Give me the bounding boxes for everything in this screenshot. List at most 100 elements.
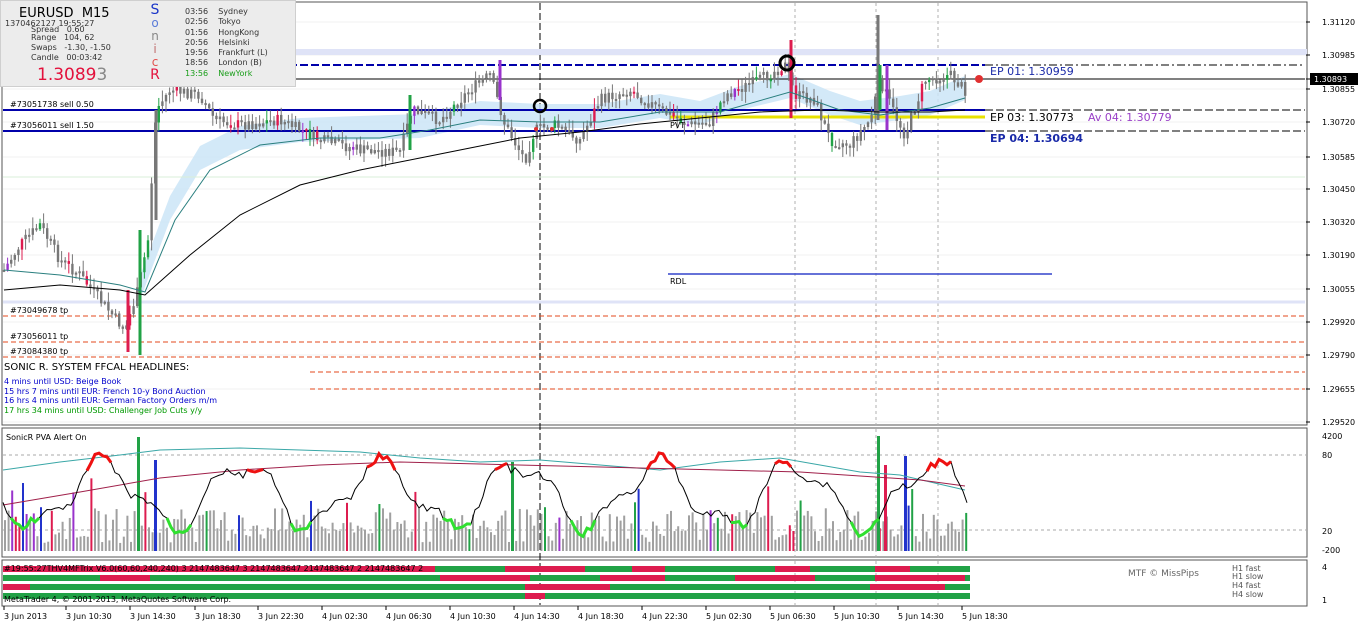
pva-volume-bar — [774, 539, 777, 551]
headline-item[interactable]: 4 mins until USD: Beige Book — [4, 377, 304, 387]
candle-body — [388, 148, 391, 156]
mtf-strip-segment — [505, 566, 585, 572]
candle-body — [625, 94, 628, 97]
pva-volume-bar — [342, 523, 345, 551]
candle-body — [859, 130, 862, 141]
pva-volume-bar — [547, 536, 550, 551]
pva-volume-bar — [796, 510, 798, 551]
headline-item[interactable]: 16 hrs 4 mins until EUR: German Factory … — [4, 396, 304, 406]
pva-volume-bar — [212, 510, 215, 551]
candle-body — [802, 91, 805, 94]
candle-body — [737, 88, 740, 91]
pva-volume-bar — [911, 489, 914, 551]
pva-volume-bar — [126, 515, 129, 551]
pva-volume-bar — [486, 527, 489, 551]
headline-item[interactable]: 15 hrs 7 mins until EUR: French 10-y Bon… — [4, 387, 304, 397]
pva-volume-bar — [918, 541, 921, 551]
mtf-row-label: H4 fast — [1232, 581, 1261, 590]
pva-volume-bar — [590, 512, 593, 551]
candle-body — [424, 110, 427, 113]
headline-item[interactable]: 17 hrs 34 mins until USD: Challenger Job… — [4, 406, 304, 416]
candle-body — [830, 133, 834, 147]
mtf-strip-segment — [530, 575, 600, 581]
pva-volume-bar — [234, 533, 237, 551]
pva-volume-bar — [313, 515, 316, 551]
pva-volume-bar — [130, 541, 132, 551]
candle-body — [150, 183, 153, 241]
candle-body — [240, 120, 243, 123]
pva-volume-bar — [558, 517, 561, 551]
pva-volume-bar — [68, 517, 71, 551]
candle-body — [672, 112, 675, 117]
candle-body — [20, 239, 24, 250]
candle-body — [121, 326, 124, 329]
candle-body — [834, 146, 837, 149]
pva-volume-bar — [738, 512, 741, 551]
pva-volume-bar — [925, 531, 928, 551]
mtf-strip-segment — [875, 575, 965, 581]
pva-volume-bar — [810, 516, 813, 551]
pva-scale-label: -200 — [1322, 546, 1340, 555]
pva-scale-label: 20 — [1322, 527, 1332, 536]
pva-scale-label: 80 — [1322, 451, 1332, 460]
pva-volume-bar — [634, 502, 636, 551]
pva-volume-bar — [652, 521, 654, 551]
candle-body — [42, 223, 45, 229]
pva-volume-bar — [788, 525, 791, 551]
session-row: 19:56 Frankfurt (L) — [185, 48, 268, 58]
price-axis[interactable]: 1.31120 1.30985 1.308931.30855 1.30720 1.305… — [1306, 18, 1358, 427]
candle-body — [474, 80, 477, 93]
candle-body — [186, 88, 189, 99]
candle-body — [629, 91, 632, 97]
time-label: 5 Jun 10:30 — [834, 612, 880, 621]
candle-body — [949, 70, 952, 76]
pva-volume-bar — [400, 523, 402, 551]
pva-volume-bar — [256, 525, 258, 551]
candle-body — [485, 73, 488, 79]
pva-volume-bar — [112, 519, 114, 551]
pva-volume-bar — [4, 520, 6, 551]
candle-body — [632, 91, 636, 94]
candle-body — [13, 255, 16, 260]
mtf-strip-segment — [965, 575, 970, 581]
pva-volume-bar — [832, 521, 834, 551]
pva-volume-bar — [331, 522, 334, 551]
candle-body — [211, 108, 214, 116]
pva-volume-bar — [922, 513, 924, 551]
chart-canvas[interactable]: #73051738 sell 0.50 #73056011 sell 1.50 … — [0, 0, 1362, 624]
time-axis[interactable]: 3 Jun 2013 3 Jun 10:30 3 Jun 14:30 3 Jun 18… — [3, 606, 1008, 621]
pva-volume-bar — [702, 513, 705, 551]
pva-volume-bar — [410, 531, 413, 551]
pva-volume-bar — [605, 541, 608, 551]
pva-volume-bar — [662, 535, 665, 551]
candle-body — [406, 123, 409, 134]
candle-body — [110, 310, 114, 315]
pva-volume-bar — [493, 534, 496, 551]
candle-body — [280, 114, 283, 125]
pva-title: SonicR PVA Alert On — [6, 433, 87, 442]
pva-volume-bar — [374, 512, 377, 551]
candle-body — [712, 111, 715, 127]
candle-body — [863, 127, 866, 131]
pva-volume-bar — [850, 539, 852, 551]
pva-volume-bar — [259, 534, 262, 551]
pva-volume-bar — [745, 510, 748, 551]
current-price-label: 1.30893 — [1314, 75, 1347, 84]
candle-body — [740, 88, 744, 92]
pva-volume-bar — [76, 537, 78, 551]
candle-body — [222, 116, 225, 123]
pva-volume-bar — [151, 532, 154, 551]
info-panel: EURUSD M15 1370462127 19:55:27 Spread 0.… — [0, 0, 296, 87]
time-label: 5 Jun 06:30 — [770, 612, 816, 621]
candle-body — [841, 143, 844, 148]
candle-body — [6, 263, 9, 270]
pva-volume-bar — [338, 530, 341, 551]
candle-body — [294, 121, 297, 128]
pva-volume-bar — [184, 518, 186, 551]
pva-volume-bar — [324, 528, 327, 551]
pva-volume-bar — [907, 505, 910, 551]
candle-body — [885, 65, 889, 130]
current-price: 1.30893 — [37, 65, 107, 85]
candle-body — [640, 97, 643, 104]
candle-body — [126, 290, 130, 352]
